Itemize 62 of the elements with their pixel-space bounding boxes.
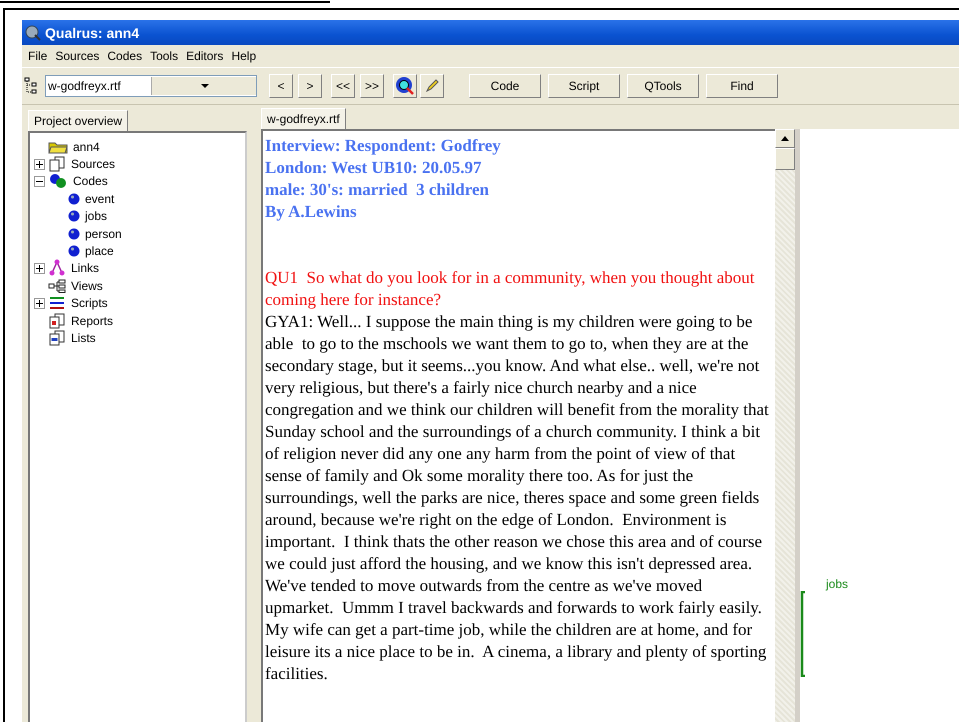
collapse-toggle[interactable]: [34, 176, 45, 187]
menu-item[interactable]: Codes: [103, 49, 146, 63]
document-select[interactable]: w-godfreyx.rtf: [45, 75, 257, 97]
nav-button[interactable]: >: [298, 74, 322, 98]
question-text: QU1 So what do you look for in a community, when you thought about coming here for instance?: [265, 267, 756, 311]
tree-item[interactable]: Scripts: [69, 296, 108, 310]
code-label: jobs: [826, 577, 848, 591]
network-icon: [48, 259, 66, 278]
search-button[interactable]: [393, 74, 417, 98]
window-title: Qualrus: ann4: [45, 24, 140, 40]
header-line: Interview: Respondent: Godfrey: [265, 135, 502, 157]
tree-item[interactable]: Sources: [69, 157, 116, 172]
report-icon: [48, 312, 66, 329]
tree-item[interactable]: Codes: [71, 174, 108, 188]
app-icon: [25, 24, 41, 40]
expand-toggle[interactable]: [34, 158, 45, 170]
header-line: By A.Lewins: [265, 201, 358, 223]
globe-search-icon: [395, 76, 415, 96]
toolbar-button[interactable]: QTools: [627, 74, 699, 98]
diagram-icon: [48, 278, 66, 293]
scroll-thumb[interactable]: [775, 148, 795, 170]
menu-item[interactable]: Help: [227, 49, 260, 63]
expand-toggle[interactable]: [34, 262, 45, 274]
tree-item[interactable]: Views: [69, 278, 103, 293]
menu-item[interactable]: File: [24, 49, 52, 63]
tree-item[interactable]: jobs: [83, 209, 108, 224]
documents-icon: [48, 156, 66, 172]
highlight-button[interactable]: [420, 74, 444, 98]
tree-item[interactable]: Links: [69, 261, 100, 276]
folder-icon: [48, 140, 68, 154]
tree-item[interactable]: Lists: [69, 330, 96, 345]
sphere-icon: [68, 245, 80, 258]
sphere-icon: [68, 210, 80, 222]
header-line: London: West UB10: 20.05.97: [265, 157, 482, 179]
nav-button[interactable]: <<: [331, 74, 355, 98]
up-arrow-icon: [781, 136, 789, 141]
tree-item[interactable]: place: [83, 244, 114, 258]
menu-item[interactable]: Tools: [146, 49, 182, 63]
tree-item[interactable]: ann4: [71, 140, 100, 154]
answer-text: GYA1: Well... I suppose the main thing is my children were going to be able to go to the mschools we want them to go to, when they are at the secondary stage, but it seems...you know. And what else.. well, we're not very religious, but there's a fairly nice church nearby and a nice congregation and we think our children will benefit from the morality that Sunday school and the surroundings of a church community. I think a bit of religion never did any one any harm from the point of view of that sense of family and Ok some morality there too. As for just the surroundings, well the parks are nice, theres space and some green fields around, because we're right on the edge of London. Environment is important. I think thats the other reason we chose this area and of course we could just afford the housing, and we know this isn't depressed area. We've tended to move outwards from the centre as we've moved upmarket. Ummm I travel backwards and forwards to work fairly easily. My wife can get a part-time job, while the children are at home, and for leisure its a nice place to be in. A cinema, a library and plenty of sporting facilities.: [265, 311, 770, 685]
code-bracket[interactable]: [800, 591, 806, 677]
list-icon: [48, 330, 66, 346]
tab[interactable]: w-godfreyx.rtf: [261, 108, 346, 129]
sphere-icon: [68, 192, 80, 205]
tree-item[interactable]: Reports: [69, 314, 114, 328]
scrollbar[interactable]: [775, 129, 795, 722]
menu-item[interactable]: Editors: [182, 49, 228, 63]
tab[interactable]: Project overview: [28, 110, 128, 131]
tree-item[interactable]: event: [83, 192, 114, 206]
toolbar-button[interactable]: Script: [548, 74, 620, 98]
menu-item[interactable]: Sources: [51, 49, 104, 63]
toolbar-button[interactable]: Find: [706, 74, 778, 98]
sphere-icon: [68, 228, 80, 240]
spheres-icon: [48, 173, 68, 190]
nav-button[interactable]: >>: [360, 74, 384, 98]
pencil-icon: [424, 78, 440, 94]
expand-toggle[interactable]: [34, 298, 45, 309]
nav-button[interactable]: <: [269, 74, 293, 98]
tree-item[interactable]: person: [83, 226, 122, 241]
toolbar-button[interactable]: Code: [469, 74, 541, 98]
caret-icon: [200, 84, 209, 88]
header-line: male: 30's: married 3 children: [265, 179, 490, 201]
